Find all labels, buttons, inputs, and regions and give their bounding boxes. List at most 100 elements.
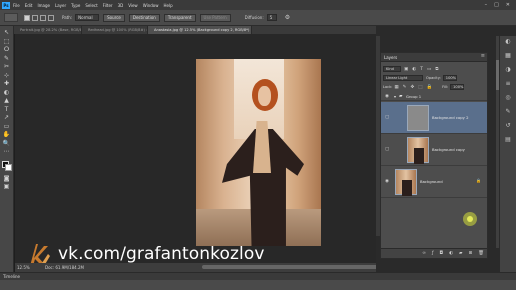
tab-portrait[interactable]: Portrait.jpg @ 28.2% (Base, RGB/8*) × xyxy=(14,26,82,34)
adjustment-icon[interactable]: ◐ xyxy=(449,251,453,256)
properties-panel-icon[interactable]: ≡ xyxy=(504,80,512,88)
layer-name[interactable]: Background xyxy=(420,179,443,184)
layer-visibility-toggle[interactable]: ▢ xyxy=(385,147,389,152)
marquee-tool-icon[interactable]: ⬚ xyxy=(2,38,12,46)
blend-mode-select[interactable]: Linear Light xyxy=(383,75,423,81)
background-color-swatch[interactable] xyxy=(4,163,12,171)
kind-filter-select[interactable]: Kind xyxy=(383,66,401,72)
layer-visibility-toggle[interactable]: ◉ xyxy=(385,179,389,184)
rectangle-tool-icon[interactable]: ▭ xyxy=(2,123,12,131)
menu-type[interactable]: Type xyxy=(71,3,80,8)
document-tabs: Portrait.jpg @ 28.2% (Base, RGB/8*) × Re… xyxy=(14,26,376,34)
lasso-tool-icon[interactable]: ⵔ xyxy=(2,46,12,54)
zoom-tool-icon[interactable]: 🔍 xyxy=(2,140,12,148)
panel-menu-icon[interactable]: ≡ xyxy=(481,53,485,59)
path-select[interactable]: Normal xyxy=(75,14,100,21)
menu-3d[interactable]: 3D xyxy=(118,3,124,8)
horizontal-scrollbar[interactable] xyxy=(202,265,388,269)
transparent-button[interactable]: Transparent xyxy=(163,13,196,22)
use-pattern-button[interactable]: Use Pattern xyxy=(199,13,231,22)
history-panel-icon[interactable]: ↺ xyxy=(504,122,512,130)
layer-row[interactable]: ▢ Background copy xyxy=(381,134,487,166)
menu-file[interactable]: File xyxy=(13,3,20,8)
menu-select[interactable]: Select xyxy=(85,3,97,8)
layer-row[interactable]: ▢ Background copy 2 xyxy=(381,102,487,134)
dodge-tool-icon[interactable]: ◐ xyxy=(2,89,12,97)
menu-window[interactable]: Window xyxy=(143,3,159,8)
timeline-label[interactable]: Timeline xyxy=(3,274,20,279)
menu-help[interactable]: Help xyxy=(163,3,172,8)
mask-icon[interactable]: ◘ xyxy=(440,251,444,256)
tool-preset-picker[interactable] xyxy=(4,13,18,22)
document-photo[interactable] xyxy=(196,59,321,246)
move-tool-icon[interactable]: ↖ xyxy=(2,29,12,37)
paths-panel-icon[interactable]: ✎ xyxy=(504,108,512,116)
hand-tool-icon[interactable]: ✋ xyxy=(2,131,12,139)
opacity-input[interactable]: 100% xyxy=(442,75,457,81)
minimize-button[interactable]: – xyxy=(485,2,488,8)
fill-input[interactable]: 100% xyxy=(450,84,465,90)
shape-filter-icon[interactable]: ▭ xyxy=(427,67,431,72)
screen-mode-icon[interactable]: ▣ xyxy=(2,183,12,191)
group-row[interactable]: ◉ ▾ ▰ Group 1 xyxy=(381,93,487,101)
lock-icon[interactable]: 🔒 xyxy=(476,178,481,183)
menu-view[interactable]: View xyxy=(128,3,138,8)
pen-tool-icon[interactable]: ▲ xyxy=(2,97,12,105)
adjustments-panel-icon[interactable]: ◑ xyxy=(504,66,512,74)
lock-paint-icon[interactable]: ✎ xyxy=(403,85,407,90)
layer-visibility-toggle[interactable]: ▢ xyxy=(385,115,389,120)
path-selection-tool-icon[interactable]: ↗ xyxy=(2,114,12,122)
more-tools-icon[interactable]: ⋯ xyxy=(2,148,12,156)
swatches-panel-icon[interactable]: ▦ xyxy=(504,52,512,60)
layer-name[interactable]: Background copy 2 xyxy=(432,115,469,120)
layers-panel-icon[interactable]: ▤ xyxy=(504,136,512,144)
group-visibility-icon[interactable]: ◉ xyxy=(385,93,389,101)
layer-row[interactable]: ◉ Background 🔒 xyxy=(381,166,487,198)
layers-panel-title[interactable]: Layers xyxy=(384,55,397,60)
source-button[interactable]: Source xyxy=(103,13,125,22)
lock-all-icon[interactable]: 🔒 xyxy=(427,85,433,90)
layers-panel-footer: ∞ ƒ ◘ ◐ ▰ ⊞ 🗑 xyxy=(381,248,487,258)
healing-tool-icon[interactable]: ✚ xyxy=(2,80,12,88)
menu-image[interactable]: Image xyxy=(37,3,50,8)
color-panel-icon[interactable]: ◐ xyxy=(504,38,512,46)
lock-pixels-icon[interactable]: ▦ xyxy=(394,85,398,90)
crop-tool-icon[interactable]: ✂ xyxy=(2,63,12,71)
tab-redhead[interactable]: Redhead.jpg @ 100% (RGB/8#) × xyxy=(82,26,148,34)
type-tool-icon[interactable]: T xyxy=(2,106,12,114)
quick-mask-icon[interactable]: ◙ xyxy=(2,175,12,183)
group-expand-icon[interactable]: ▾ xyxy=(394,93,396,101)
add-selection-icon[interactable] xyxy=(32,14,38,21)
new-selection-icon[interactable] xyxy=(24,14,30,21)
intersect-selection-icon[interactable] xyxy=(48,14,54,21)
lock-position-icon[interactable]: ✥ xyxy=(410,85,414,90)
folder-icon[interactable]: ▰ xyxy=(459,251,462,256)
smart-filter-icon[interactable]: ⧉ xyxy=(435,66,438,72)
brush-tool-icon[interactable]: ✎ xyxy=(2,55,12,63)
type-filter-icon[interactable]: T xyxy=(420,67,423,72)
trash-icon[interactable]: 🗑 xyxy=(478,251,484,256)
menu-layer[interactable]: Layer xyxy=(55,3,66,8)
tab-anastasia[interactable]: Anastasia.jpg @ 12.5% (Background copy 2… xyxy=(148,26,252,34)
close-window-button[interactable]: ✕ xyxy=(506,2,510,8)
group-name[interactable]: Group 1 xyxy=(406,93,421,101)
lock-artboard-icon[interactable]: ⬚ xyxy=(418,85,422,90)
diffusion-input[interactable]: 5 xyxy=(266,14,277,21)
adjustment-filter-icon[interactable]: ◐ xyxy=(412,67,416,72)
opacity-label: Opacity: xyxy=(426,76,441,80)
channels-panel-icon[interactable]: ◎ xyxy=(504,94,512,102)
menu-filter[interactable]: Filter xyxy=(103,3,113,8)
gear-icon[interactable]: ⚙ xyxy=(285,14,290,21)
destination-button[interactable]: Destination xyxy=(128,13,160,22)
layer-name[interactable]: Background copy xyxy=(432,147,465,152)
new-layer-icon[interactable]: ⊞ xyxy=(469,251,473,256)
pixel-filter-icon[interactable]: ▣ xyxy=(404,67,408,72)
subtract-selection-icon[interactable] xyxy=(40,14,46,21)
fx-icon[interactable]: ƒ xyxy=(432,251,434,256)
link-icon[interactable]: ∞ xyxy=(422,251,426,256)
maximize-button[interactable]: □ xyxy=(494,2,499,8)
eyedropper-tool-icon[interactable]: ⊹ xyxy=(2,72,12,80)
zoom-level[interactable]: 12.5% xyxy=(17,265,31,270)
menu-edit[interactable]: Edit xyxy=(25,3,33,8)
vertical-scroll-thumb[interactable] xyxy=(496,60,499,90)
